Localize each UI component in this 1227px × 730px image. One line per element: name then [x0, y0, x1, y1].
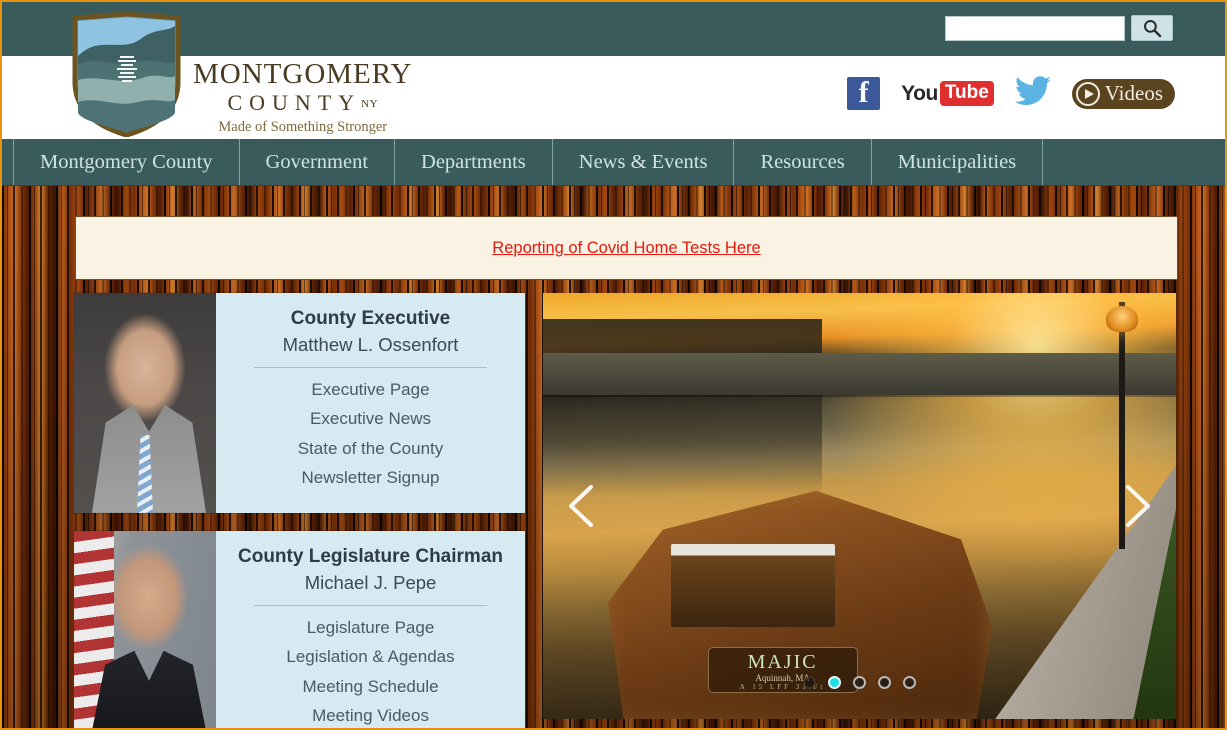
link-meeting-videos[interactable]: Meeting Videos	[232, 703, 509, 728]
alert-banner: Reporting of Covid Home Tests Here	[75, 216, 1178, 280]
search-form	[945, 15, 1173, 41]
official-card-legislature-chairman: County Legislature Chairman Michael J. P…	[74, 530, 525, 728]
carousel-prev-arrow[interactable]	[565, 483, 599, 529]
divider	[254, 604, 487, 606]
youtube-you-text: You	[901, 81, 938, 105]
carousel-slide-image: MAJIC Aquinnah, MA A 15 LFF 31 Ft	[543, 293, 1176, 719]
facebook-icon[interactable]	[847, 77, 881, 110]
official-title: County Executive	[290, 308, 451, 329]
nav-item-montgomery-county[interactable]: Montgomery County	[13, 139, 240, 185]
carousel-next-arrow[interactable]	[1120, 483, 1154, 529]
boat-name-text: MAJIC	[747, 651, 818, 674]
wordmark-line1: MONTGOMERY	[193, 58, 413, 90]
site-logo[interactable]: MONTGOMERY COUNTYNY Made of Something St…	[70, 12, 412, 137]
link-legislature-page[interactable]: Legislature Page	[232, 615, 509, 641]
link-legislation-agendas[interactable]: Legislation & Agendas	[232, 644, 509, 670]
image-carousel: MAJIC Aquinnah, MA A 15 LFF 31 Ft	[543, 293, 1176, 719]
nav-item-departments[interactable]: Departments	[395, 139, 553, 185]
nav-item-news-events[interactable]: News & Events	[553, 139, 735, 185]
carousel-dot-3[interactable]	[853, 676, 866, 689]
videos-button[interactable]: Videos	[1071, 78, 1175, 109]
play-circle-icon	[1075, 81, 1100, 106]
carousel-dots	[543, 676, 1176, 689]
wordmark-state: NY	[361, 98, 379, 110]
page-root: You Tube Videos	[0, 0, 1227, 730]
slide-shadow	[543, 318, 822, 498]
nav-item-resources[interactable]: Resources	[734, 139, 872, 185]
youtube-tube-text: Tube	[939, 81, 994, 106]
officials-column: County Executive Matthew L. Ossenfort Ex…	[74, 293, 525, 728]
wordmark-line2: COUNTYNY	[227, 90, 379, 115]
wordmark-tagline: Made of Something Stronger	[218, 119, 388, 135]
portrait-matthew-ossenfort	[74, 293, 216, 513]
main-navigation: Montgomery County Government Departments…	[2, 139, 1225, 186]
portrait-michael-pepe	[74, 530, 216, 728]
carousel-dot-4[interactable]	[878, 676, 891, 689]
social-links: You Tube Videos	[847, 76, 1175, 111]
link-meeting-schedule[interactable]: Meeting Schedule	[232, 674, 509, 700]
covid-reporting-link[interactable]: Reporting of Covid Home Tests Here	[492, 239, 760, 258]
main-content: County Executive Matthew L. Ossenfort Ex…	[74, 293, 1178, 728]
shield-landscape-logo	[72, 12, 181, 137]
carousel-dot-5[interactable]	[903, 676, 916, 689]
carousel-dot-1[interactable]	[803, 676, 816, 689]
official-card-body: County Legislature Chairman Michael J. P…	[216, 531, 525, 728]
carousel-dot-2[interactable]	[828, 676, 841, 689]
search-input[interactable]	[945, 15, 1125, 41]
nav-item-municipalities[interactable]: Municipalities	[872, 139, 1044, 185]
videos-label: Videos	[1104, 81, 1163, 105]
official-name: Michael J. Pepe	[304, 571, 437, 593]
nav-item-government[interactable]: Government	[240, 139, 396, 185]
official-title: County Legislature Chairman	[238, 545, 503, 567]
link-newsletter-signup[interactable]: Newsletter Signup	[232, 465, 509, 491]
official-name: Matthew L. Ossenfort	[282, 333, 459, 355]
search-button[interactable]	[1131, 15, 1173, 41]
link-executive-page[interactable]: Executive Page	[232, 377, 509, 403]
divider	[254, 366, 487, 368]
link-executive-news[interactable]: Executive News	[232, 406, 509, 432]
slide-boat-cabin	[670, 544, 836, 627]
slide-bridge	[543, 352, 1176, 396]
search-icon	[1143, 19, 1162, 38]
official-card-county-executive: County Executive Matthew L. Ossenfort Ex…	[74, 293, 525, 513]
youtube-icon[interactable]: You Tube	[901, 81, 994, 106]
twitter-bird-icon[interactable]	[1014, 76, 1051, 111]
site-wordmark: MONTGOMERY COUNTYNY Made of Something St…	[193, 12, 412, 135]
link-state-of-the-county[interactable]: State of the County	[232, 436, 509, 462]
official-card-body: County Executive Matthew L. Ossenfort Ex…	[216, 293, 525, 513]
